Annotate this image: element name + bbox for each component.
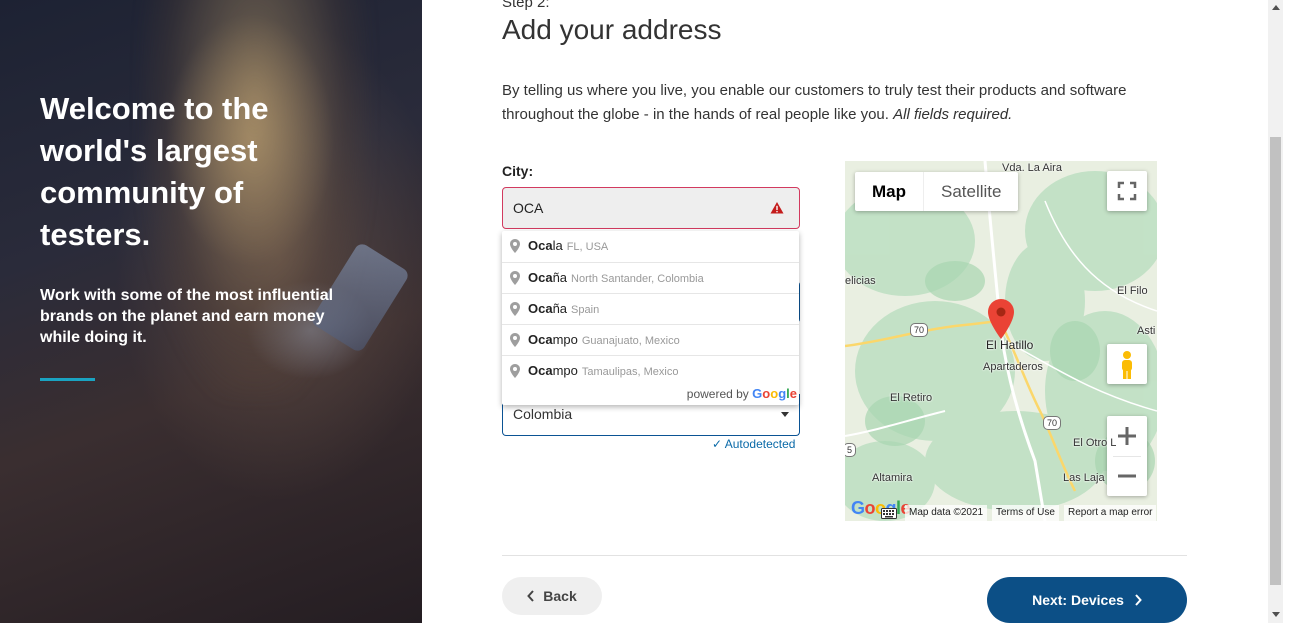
autodetected-note: ✓ Autodetected [712,437,795,451]
next-label: Next: Devices [1032,592,1124,608]
warning-icon [770,202,784,214]
map-data-label: Map data ©2021 [905,505,988,521]
location-pin-icon [510,333,520,347]
hero-panel: Welcome to the world's largest community… [0,0,422,623]
map-place-label: Vda. La Aira [1002,162,1062,174]
keyboard-icon[interactable] [881,508,897,519]
road-shield: 70 [1043,416,1062,430]
fullscreen-icon [1117,181,1137,201]
country-value: Colombia [513,406,573,422]
map-marker-icon [988,299,1014,339]
powered-by-label: powered by [686,387,749,401]
terms-of-use-link[interactable]: Terms of Use [992,505,1059,521]
autocomplete-item[interactable]: Ocampo Guanajuato, Mexico [502,324,799,355]
map-footer: Map data ©2021 Terms of Use Report a map… [845,505,1157,521]
map-place-label: Asti [1137,325,1156,337]
next-button[interactable]: Next: Devices [987,577,1187,623]
hero-divider [40,378,95,381]
check-icon: ✓ [712,437,723,451]
report-map-error-link[interactable]: Report a map error [1064,505,1157,521]
autocomplete-secondary: Guanajuato, Mexico [581,335,680,347]
autocomplete-main: Ocala [528,238,563,253]
city-input[interactable]: OCA [502,187,800,229]
autodetected-label: Autodetected [724,437,796,451]
zoom-control [1107,416,1147,496]
street-view-button[interactable] [1107,344,1147,384]
autocomplete-main: Ocampo [528,363,578,378]
map-place-label: El Hatillo [986,338,1034,352]
zoom-out-button[interactable] [1107,456,1147,496]
map-place-label: Las Laja [1063,472,1105,484]
autocomplete-secondary: FL, USA [566,241,609,253]
road-shield: 5 [845,443,857,457]
autocomplete-item[interactable]: Ocala FL, USA [502,231,799,262]
map-place-label: El Otro L [1073,437,1117,449]
footer-divider [502,555,1187,556]
scroll-down-icon[interactable] [1272,612,1280,617]
chevron-down-icon [781,412,789,417]
autocomplete-main: Ocampo [528,332,578,347]
location-pin-icon [510,302,520,316]
match-text: Oca [528,363,553,378]
map-place-label: El Retiro [890,392,933,404]
map-place-label: El Filo [1117,285,1148,297]
autocomplete-item[interactable]: Ocampo Tamaulipas, Mexico [502,355,799,386]
match-text: Oca [528,270,553,285]
minus-icon [1118,474,1136,478]
chevron-left-icon [527,590,535,602]
scroll-thumb[interactable] [1270,137,1281,585]
page-scrollbar[interactable] [1268,0,1283,623]
hero-title: Welcome to the world's largest community… [40,91,269,252]
zoom-in-button[interactable] [1107,416,1147,456]
autocomplete-secondary: Tamaulipas, Mexico [581,366,679,378]
match-text: Oca [528,332,553,347]
rest-text: mpo [552,363,578,378]
map-place-label: elicias [845,275,876,287]
chevron-right-icon [1135,594,1142,606]
autocomplete-secondary: North Santander, Colombia [571,273,704,285]
location-pin-icon [510,364,520,378]
match-text: Oca [528,301,553,316]
autocomplete-main: Ocaña [528,301,567,316]
intro-text: By telling us where you live, you enable… [502,79,1182,127]
location-pin-icon [510,239,520,253]
autocomplete-main: Ocaña [528,270,567,285]
intro-body: By telling us where you live, you enable… [502,82,1127,123]
road-shield: 70 [910,323,929,337]
plus-icon [1118,427,1136,445]
match-text: Oca [528,238,553,253]
back-button[interactable]: Back [502,577,602,615]
map-place-label: Altamira [872,472,913,484]
autocomplete-item[interactable]: Ocaña North Santander, Colombia [502,262,799,293]
rest-text: mpo [552,332,578,347]
step-label: Step 2: [502,0,550,11]
location-pin-icon [510,271,520,285]
google-logo: Google [752,386,797,401]
pegman-icon [1122,351,1132,379]
map-widget[interactable]: Map Satellite Vda. La Aira elicias El Fi… [845,161,1157,521]
map-place-label: Apartaderos [983,361,1043,373]
map-type-satellite[interactable]: Satellite [924,172,1018,211]
city-label: City: [502,163,534,179]
hero-subtitle: Work with some of the most influential b… [40,287,334,346]
page-title: Add your address [502,14,722,45]
rest-text: ña [552,301,568,316]
scroll-up-icon[interactable] [1272,5,1280,10]
map-type-map[interactable]: Map [855,172,924,211]
powered-by-google: powered by Google [687,386,797,402]
fullscreen-button[interactable] [1107,171,1147,211]
rest-text: la [552,238,563,253]
map-type-control: Map Satellite [855,172,1019,211]
back-label: Back [543,588,577,604]
autocomplete-secondary: Spain [571,304,600,316]
autocomplete-item[interactable]: Ocaña Spain [502,293,799,324]
rest-text: ña [552,270,568,285]
city-autocomplete: Ocala FL, USA Ocaña North Santander, Colom… [502,231,799,405]
required-note: All fields required. [893,106,1013,123]
